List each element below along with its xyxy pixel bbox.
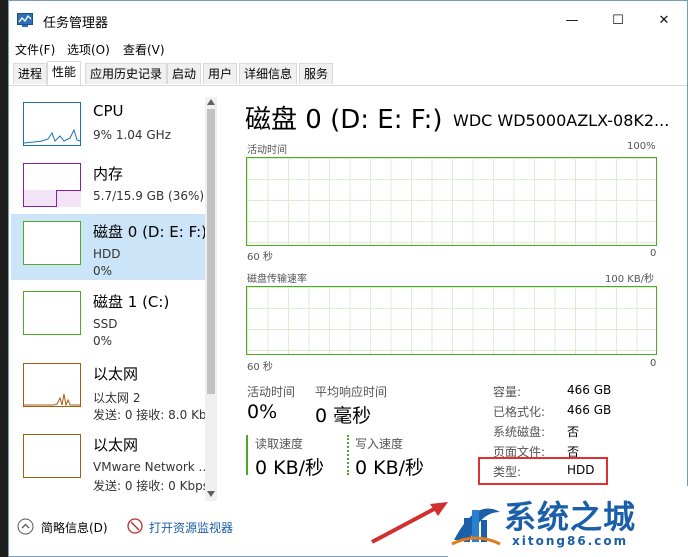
graph1-time: 60 秒	[247, 252, 273, 263]
graph2-max: 100 KB/秒	[605, 274, 655, 285]
avg-response-value: 0 毫秒	[315, 405, 372, 427]
ethernet2-mini-graph	[23, 434, 81, 478]
sidebar-item-value: 0%	[93, 264, 113, 278]
sidebar-scrollbar[interactable]	[205, 97, 217, 501]
tab-details[interactable]: 详细信息	[239, 63, 298, 84]
close-button[interactable]: ✕	[641, 1, 687, 39]
task-manager-app-icon	[17, 13, 33, 27]
graph2-time: 60 秒	[247, 362, 273, 373]
sidebar-item-value: 0%	[93, 334, 113, 348]
sidebar-item-disk-1[interactable]: 磁盘 1 (C:) SSD 0%	[11, 284, 205, 350]
site-watermark: 系统之城 xitong86.com	[448, 486, 688, 557]
sidebar-item-disk-0[interactable]: 磁盘 0 (D: E: F:) HDD 0%	[11, 214, 207, 280]
read-speed-label: 读取速度	[255, 437, 304, 451]
scroll-up-icon[interactable]	[207, 99, 215, 105]
tab-app-history[interactable]: 应用历史记录	[85, 63, 168, 84]
read-speed-value: 0 KB/秒	[255, 457, 325, 479]
tab-startup[interactable]: 启动	[167, 63, 202, 84]
graph2-min: 0	[650, 358, 657, 369]
sidebar-item-title: 以太网	[93, 365, 139, 383]
disk0-mini-graph	[23, 221, 81, 265]
watermark-url: xitong86.com	[512, 534, 629, 548]
active-time-graph	[246, 157, 657, 246]
scroll-down-icon[interactable]	[207, 491, 215, 497]
open-resource-monitor-link[interactable]: 打开资源监视器	[149, 519, 233, 536]
avg-response-label: 平均响应时间	[315, 385, 388, 399]
sidebar-item-subtitle: 9% 1.04 GHz	[93, 128, 172, 142]
write-speed-label: 写入速度	[355, 437, 404, 451]
menu-file[interactable]: 文件(F)	[15, 41, 55, 58]
sidebar-item-title: CPU	[93, 102, 124, 120]
formatted-value: 466 GB	[567, 403, 612, 417]
system-disk-value: 否	[567, 425, 580, 439]
minimize-button[interactable]: —	[549, 1, 595, 39]
ethernet1-mini-graph	[23, 363, 81, 407]
city-logo-icon	[451, 508, 501, 546]
tab-performance[interactable]: 性能	[47, 61, 82, 85]
ethernet-sparkline	[24, 393, 80, 407]
sidebar-item-ethernet-2[interactable]: 以太网 VMware Network ... 发送: 0 接收: 0 Kbps	[11, 427, 210, 493]
sidebar-item-subtitle: VMware Network ...	[93, 460, 210, 474]
scrollbar-thumb[interactable]	[207, 109, 215, 394]
system-disk-key: 系统磁盘:	[493, 425, 546, 439]
title-bar[interactable]: 任务管理器 — ☐ ✕	[9, 1, 687, 39]
tab-processes[interactable]: 进程	[13, 63, 48, 84]
sidebar-item-title: 内存	[93, 165, 124, 183]
sidebar-item-value: 发送: 0 接收: 8.0 Kbps	[93, 408, 215, 422]
disk-title: 磁盘 0 (D: E: F:)	[245, 105, 443, 135]
window-title: 任务管理器	[43, 16, 109, 31]
sidebar-item-memory[interactable]: 内存 5.7/15.9 GB (36%)	[11, 156, 205, 222]
cpu-mini-graph	[23, 102, 81, 146]
menu-options[interactable]: 选项(O)	[67, 41, 110, 58]
sidebar-item-ethernet-1[interactable]: 以太网 以太网 2 发送: 0 接收: 8.0 Kbps	[11, 356, 215, 422]
formatted-key: 已格式化:	[493, 405, 546, 419]
resource-monitor-icon	[127, 518, 143, 534]
brief-info-link[interactable]: 简略信息(D)	[41, 519, 108, 536]
memory-fill	[56, 190, 81, 207]
sidebar-item-cpu[interactable]: CPU 9% 1.04 GHz	[11, 95, 205, 161]
active-time-value: 0%	[247, 401, 278, 423]
read-speed-accent	[246, 435, 248, 475]
disk-model: WDC WD5000AZLX-08K2...	[453, 111, 670, 130]
sidebar-item-subtitle: 以太网 2	[93, 391, 141, 405]
menu-bar: 文件(F) 选项(O) 查看(V)	[9, 39, 687, 59]
sidebar-item-subtitle: HDD	[93, 247, 121, 261]
menu-view[interactable]: 查看(V)	[123, 41, 165, 58]
sidebar-item-subtitle: SSD	[93, 317, 118, 331]
transfer-rate-graph	[246, 286, 657, 355]
sidebar-item-value: 发送: 0 接收: 0 Kbps	[93, 479, 209, 493]
tab-services[interactable]: 服务	[299, 63, 334, 84]
maximize-button[interactable]: ☐	[595, 1, 641, 39]
watermark-text: 系统之城	[504, 498, 637, 536]
cpu-sparkline	[23, 128, 81, 144]
chevron-up-circle-icon[interactable]	[17, 518, 34, 535]
memory-mini-graph	[23, 163, 81, 207]
sidebar-item-subtitle: 5.7/15.9 GB (36%)	[93, 189, 205, 203]
performance-sidebar: CPU 9% 1.04 GHz 内存 5.7/15.9 GB (36%) 磁盘 …	[9, 87, 215, 507]
graph1-label: 活动时间	[247, 145, 287, 156]
capacity-value: 466 GB	[567, 383, 612, 397]
tab-strip: 进程 性能 应用历史记录 启动 用户 详细信息 服务	[9, 61, 687, 86]
type-highlight-box	[478, 457, 608, 485]
capacity-key: 容量:	[493, 385, 522, 399]
write-speed-value: 0 KB/秒	[355, 457, 425, 479]
memory-fill-left	[24, 190, 56, 206]
annotation-arrow-icon	[371, 502, 448, 544]
tab-users[interactable]: 用户	[203, 63, 238, 84]
disk1-mini-graph	[23, 291, 81, 335]
active-time-label: 活动时间	[247, 385, 296, 399]
graph1-max: 100%	[627, 141, 656, 152]
graph2-label: 磁盘传输速率	[247, 274, 307, 285]
graph1-min: 0	[650, 248, 657, 259]
write-speed-accent	[347, 435, 349, 475]
sidebar-item-title: 磁盘 1 (C:)	[93, 293, 170, 311]
sidebar-item-title: 磁盘 0 (D: E: F:)	[93, 223, 207, 241]
task-manager-window: 任务管理器 — ☐ ✕ 文件(F) 选项(O) 查看(V) 进程 性能 应用历史…	[8, 0, 688, 557]
sidebar-item-title: 以太网	[93, 436, 139, 454]
